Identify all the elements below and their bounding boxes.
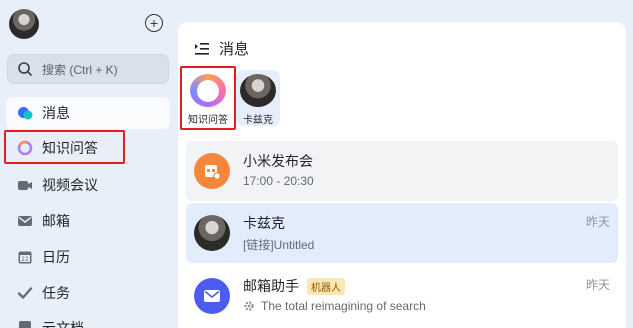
chat-time: 昨天	[585, 278, 610, 292]
message-panel: 消息 知识问答 卡兹克 小米发布会 17:00 - 20:30 卡兹克 [链接]…	[178, 22, 626, 328]
svg-text:22: 22	[21, 256, 29, 263]
chat-item-xiaomi-event[interactable]: 小米发布会 17:00 - 20:30	[186, 141, 618, 201]
user-avatar	[240, 74, 276, 107]
page-title: 消息	[194, 38, 249, 59]
video-camera-icon	[17, 177, 33, 193]
calendar-icon: 22	[17, 249, 33, 265]
sidebar-item-label: 日历	[42, 249, 70, 265]
chat-bubble-icon	[17, 105, 33, 121]
sidebar-item-label: 云文档	[42, 320, 84, 328]
sidebar-item-label: 任务	[42, 285, 70, 301]
chat-subtitle: The total reimagining of search	[261, 299, 426, 313]
sidebar-item-calendar[interactable]: 22 日历	[6, 241, 170, 273]
highlight-box	[180, 66, 236, 130]
gear-icon	[244, 301, 254, 311]
mail-icon	[17, 213, 33, 229]
user-avatar	[194, 215, 230, 251]
document-icon	[17, 320, 33, 328]
sidebar-item-tasks[interactable]: 任务	[6, 277, 170, 309]
add-button[interactable]: +	[145, 14, 163, 32]
chat-subtitle: 17:00 - 20:30	[243, 174, 314, 188]
sidebar-item-label: 消息	[42, 105, 70, 121]
chat-item-kazike[interactable]: 卡兹克 [链接]Untitled 昨天	[186, 203, 618, 263]
plus-icon: +	[149, 15, 159, 31]
check-icon	[17, 285, 33, 301]
sidebar-item-video-meeting[interactable]: 视频会议	[6, 169, 170, 201]
sidebar-item-label: 邮箱	[42, 213, 70, 229]
sidebar-item-label: 视频会议	[42, 177, 98, 193]
collapse-menu-icon[interactable]	[194, 42, 210, 56]
chat-item-mail-assistant[interactable]: 邮箱助手 机器人 The total reimagining of search…	[186, 266, 618, 326]
chat-subtitle: [链接]Untitled	[243, 238, 315, 252]
mail-icon	[194, 278, 230, 314]
search-input[interactable]: 搜索 (Ctrl + K)	[7, 54, 169, 84]
chat-name: 卡兹克	[243, 215, 285, 231]
user-avatar[interactable]	[9, 9, 39, 39]
chat-subtitle-row: The total reimagining of search	[243, 299, 426, 313]
chat-name-row: 邮箱助手 机器人	[243, 276, 345, 296]
sidebar-item-docs[interactable]: 云文档	[6, 312, 170, 328]
chat-name: 邮箱助手	[243, 278, 299, 294]
chat-name: 小米发布会	[243, 153, 313, 169]
bot-badge: 机器人	[307, 277, 345, 295]
calendar-event-icon	[194, 153, 230, 189]
chat-time: 昨天	[585, 215, 610, 229]
page-title-text: 消息	[219, 41, 250, 58]
highlight-box	[4, 130, 125, 164]
search-placeholder: 搜索 (Ctrl + K)	[42, 62, 118, 77]
pinned-kazike[interactable]: 卡兹克	[236, 70, 280, 126]
pinned-label: 卡兹克	[243, 115, 273, 126]
search-icon	[18, 62, 32, 76]
sidebar: + 搜索 (Ctrl + K) 消息 知识问答 视频会议 邮箱 22 日历 任务…	[0, 0, 178, 328]
sidebar-item-mail[interactable]: 邮箱	[6, 205, 170, 237]
sidebar-item-messages[interactable]: 消息	[6, 97, 170, 129]
